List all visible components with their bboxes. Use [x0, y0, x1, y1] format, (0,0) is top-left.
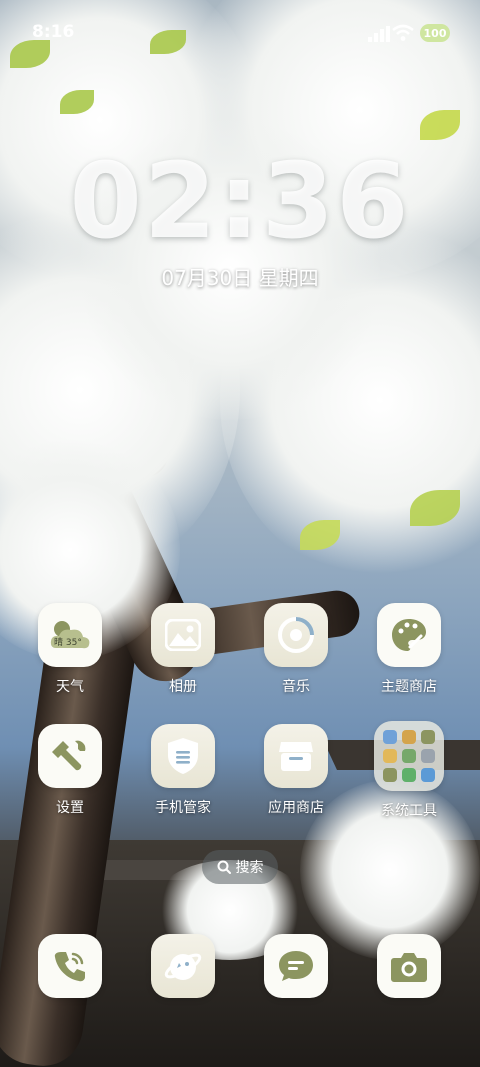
dock-camera[interactable] — [359, 934, 459, 998]
app-theme-store[interactable]: 主题商店 — [359, 603, 459, 696]
app-label: 系统工具 — [381, 803, 437, 819]
search-icon — [217, 860, 231, 874]
dock-browser[interactable] — [133, 934, 233, 998]
mini-app-icon — [402, 749, 416, 763]
clock-widget[interactable]: 02:36 — [0, 140, 480, 262]
app-gallery[interactable]: 相册 — [133, 603, 233, 696]
theme-store-icon[interactable] — [377, 603, 441, 667]
music-icon[interactable] — [264, 603, 328, 667]
app-system-tools-folder[interactable]: 系统工具 — [359, 721, 459, 820]
app-label: 设置 — [56, 800, 84, 816]
app-music[interactable]: 音乐 — [246, 603, 346, 696]
app-store-icon[interactable] — [264, 724, 328, 788]
wifi-icon — [392, 24, 414, 41]
phone-manager-icon[interactable] — [151, 724, 215, 788]
phone-icon[interactable] — [38, 934, 102, 998]
mini-app-icon — [383, 768, 397, 782]
mini-app-icon — [421, 768, 435, 782]
mini-app-icon — [402, 768, 416, 782]
weather-icon[interactable]: 晴 35° — [38, 603, 102, 667]
dock-phone[interactable] — [20, 934, 120, 998]
settings-icon[interactable] — [38, 724, 102, 788]
app-phone-manager[interactable]: 手机管家 — [133, 724, 233, 817]
signal-icon — [368, 26, 390, 42]
messages-icon[interactable] — [264, 934, 328, 998]
app-label: 主题商店 — [381, 679, 437, 695]
battery-level: 100 — [423, 26, 447, 40]
app-label: 相册 — [169, 679, 197, 695]
mini-app-icon — [421, 749, 435, 763]
search-label: 搜索 — [235, 860, 264, 876]
status-bar: 8:16 100 — [0, 0, 480, 60]
app-label: 手机管家 — [155, 800, 211, 816]
app-label: 应用商店 — [268, 800, 324, 816]
mini-app-icon — [383, 730, 397, 744]
gallery-icon[interactable] — [151, 603, 215, 667]
app-app-store[interactable]: 应用商店 — [246, 724, 346, 817]
browser-icon[interactable] — [151, 934, 215, 998]
battery-indicator: 100 — [420, 24, 450, 42]
mini-app-icon — [421, 730, 435, 744]
app-label: 音乐 — [282, 679, 310, 695]
mini-app-icon — [402, 730, 416, 744]
folder-mini-icons — [383, 730, 435, 782]
search-button[interactable]: 搜索 — [202, 850, 278, 884]
camera-icon[interactable] — [377, 934, 441, 998]
app-settings[interactable]: 设置 — [20, 724, 120, 817]
date-label[interactable]: 07月30日 星期四 — [0, 262, 480, 291]
weather-text: 晴 35° — [54, 638, 82, 648]
system-tools-folder-icon[interactable] — [374, 721, 444, 791]
dock-messages[interactable] — [246, 934, 346, 998]
app-label: 天气 — [56, 679, 84, 695]
mini-app-icon — [383, 749, 397, 763]
app-weather[interactable]: 晴 35° 天气 — [20, 603, 120, 696]
status-time: 8:16 — [32, 22, 75, 42]
